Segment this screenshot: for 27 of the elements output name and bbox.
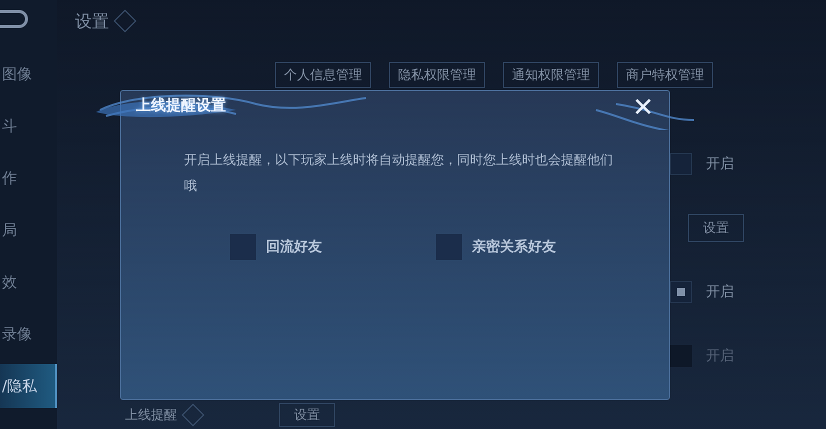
sidebar-item[interactable]: 效 [0,270,57,294]
tab[interactable]: 商户特权管理 [617,62,713,88]
checkbox-label: 开启 [706,283,734,301]
checkbox[interactable] [436,234,462,260]
checkbox[interactable] [670,153,692,175]
tab[interactable]: 个人信息管理 [275,62,371,88]
checkbox-label: 回流好友 [266,238,322,256]
checkbox-label: 亲密关系好友 [472,238,556,256]
setting-label: 上线提醒 [125,407,177,424]
sidebar-item[interactable]: 局 [0,218,57,242]
checkbox-label: 开启 [706,347,734,365]
dialog-message: 开启上线提醒，以下玩家上线时将自动提醒您，同时您上线时也会提醒他们哦 [184,152,614,196]
settings-button[interactable]: 设置 [688,214,744,242]
dialog-title: 上线提醒设置 [136,96,226,115]
tab[interactable]: 隐私权限管理 [389,62,485,88]
sidebar-item[interactable]: 录像 [0,322,57,346]
checkbox[interactable] [670,281,692,303]
tab[interactable]: 通知权限管理 [503,62,599,88]
sidebar-item[interactable]: 图像 [0,62,57,86]
page-title: 设置 [75,10,109,32]
sidebar-item[interactable]: /隐私 [0,364,57,408]
sidebar-item[interactable]: 作 [0,166,57,190]
close-button[interactable]: ✕ [628,92,658,124]
sidebar-item[interactable]: 斗 [0,114,57,138]
checkbox[interactable] [230,234,256,260]
checkbox-label: 开启 [706,155,734,173]
settings-button[interactable]: 设置 [279,403,335,427]
